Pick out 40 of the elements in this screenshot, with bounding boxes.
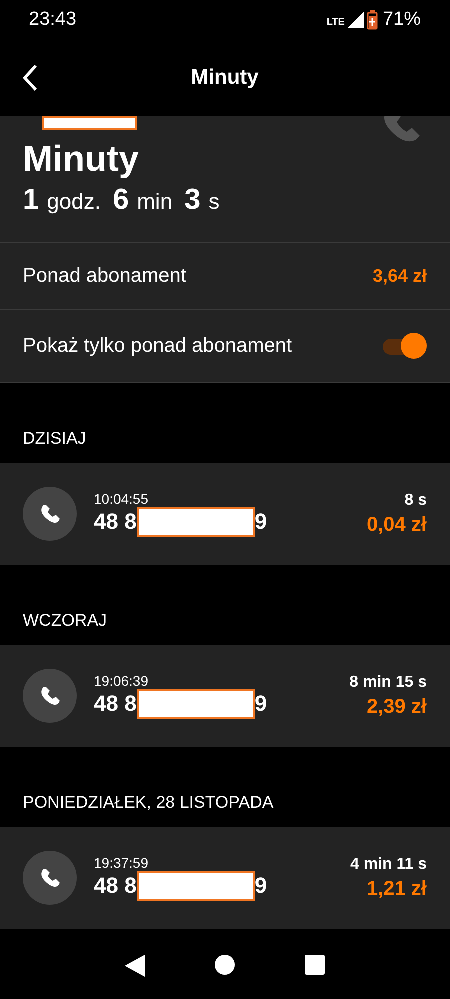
call-duration: 8 s xyxy=(404,492,427,510)
duration-value: 1 xyxy=(23,184,40,217)
duration-unit: s xyxy=(208,189,220,215)
call-cost: 1,21 zł xyxy=(366,878,427,900)
battery-level: 71% xyxy=(382,9,421,31)
filter-label: Pokaż tylko ponad abonament xyxy=(23,334,292,358)
phone-number-start: 48 8 xyxy=(94,691,137,717)
signal-icon xyxy=(348,12,364,28)
phone-number-end: 9 xyxy=(254,509,268,535)
call-time: 19:37:59 xyxy=(94,855,150,871)
status-time: 23:43 xyxy=(29,9,77,31)
call-time: 10:04:55 xyxy=(94,491,150,507)
duration-unit: godz. xyxy=(47,189,101,215)
call-cost: 2,39 zł xyxy=(366,696,427,718)
call-item[interactable]: 19:06:39 48 8 9 8 min 15 s 2,39 zł xyxy=(0,645,450,747)
phone-number-start: 48 8 xyxy=(94,509,137,535)
call-time: 19:06:39 xyxy=(94,673,150,689)
back-nav-icon[interactable] xyxy=(125,955,145,977)
call-duration: 4 min 11 s xyxy=(350,856,427,874)
phone-number-start: 48 8 xyxy=(94,873,137,899)
call-item[interactable]: 10:04:55 48 8 9 8 s 0,04 zł xyxy=(0,463,450,565)
section-label: DZISIAJ xyxy=(22,428,88,450)
phone-number-end: 9 xyxy=(254,691,268,717)
summary-title: Minuty xyxy=(23,138,140,180)
extra-label: Ponad abonament xyxy=(23,264,186,288)
page-title: Minuty xyxy=(191,66,259,90)
duration-value: 6 xyxy=(112,184,130,217)
phone-number-end: 9 xyxy=(254,873,268,899)
battery-icon xyxy=(366,10,378,30)
duration-unit: min xyxy=(137,189,173,215)
call-duration: 8 min 15 s xyxy=(350,674,427,692)
home-nav-icon[interactable] xyxy=(215,955,235,975)
extra-amount: 3,64 zł xyxy=(372,266,427,286)
duration-value: 3 xyxy=(184,184,201,217)
section-label: WCZORAJ xyxy=(22,610,108,632)
call-item[interactable]: 19:37:59 48 8 9 4 min 11 s 1,21 zł xyxy=(0,827,450,929)
filter-toggle[interactable] xyxy=(381,331,427,361)
call-cost: 0,04 zł xyxy=(366,514,427,536)
network-type: LTE xyxy=(326,17,345,28)
section-label: PONIEDZIAŁEK, 28 LISTOPADA xyxy=(22,792,275,814)
